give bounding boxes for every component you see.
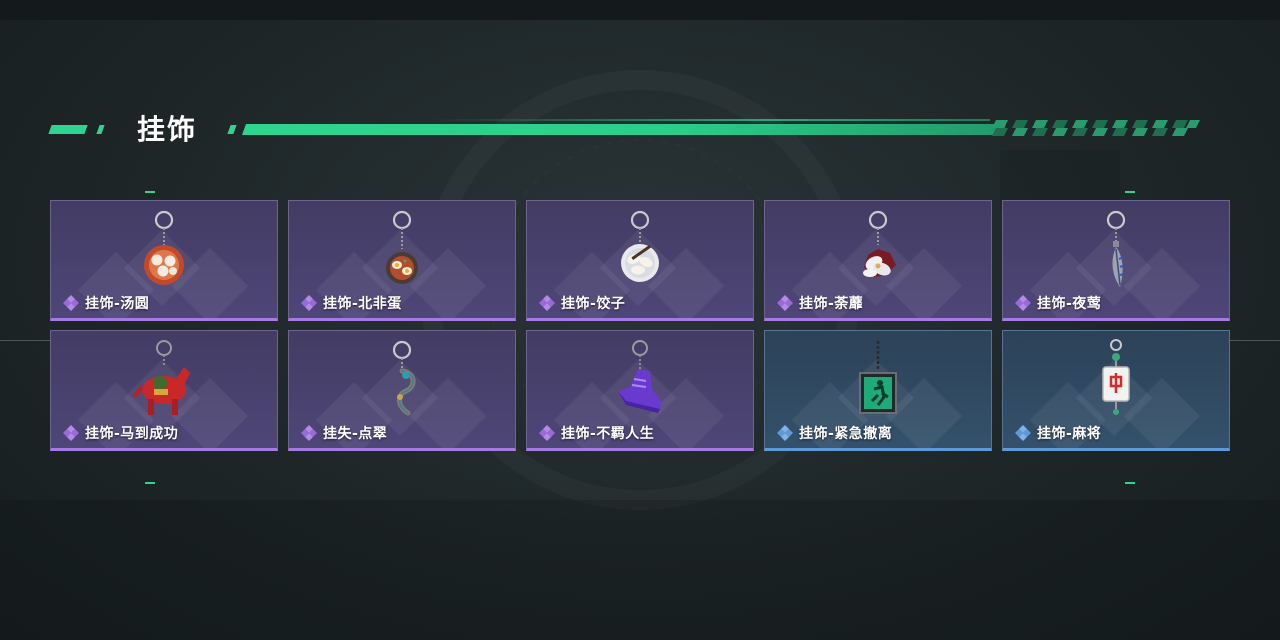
kingfisher-charm-icon: [392, 340, 416, 416]
epic-rarity-icon: [301, 425, 317, 441]
item-card[interactable]: 挂饰-麻将: [1002, 330, 1230, 451]
tangyuan-bowl-charm-icon: [144, 210, 184, 285]
item-name: 挂饰-北非蛋: [323, 296, 402, 312]
item-card[interactable]: 挂饰-荼蘼: [764, 200, 992, 321]
section-title: 挂饰: [137, 113, 198, 146]
item-label: 挂饰-马到成功: [61, 423, 178, 443]
item-card[interactable]: 挂饰-紧急撤离: [764, 330, 992, 451]
feather-charm-icon: [1106, 210, 1126, 287]
red-horse-charm-icon: [132, 340, 190, 415]
item-name: 挂饰-夜莺: [1037, 296, 1102, 312]
frame-marker: [145, 191, 155, 193]
item-name: 挂饰-汤圆: [85, 296, 150, 312]
item-name: 挂饰-不羁人生: [561, 426, 655, 442]
shakshuka-pan-charm-icon: [386, 210, 418, 284]
item-label: 挂饰-荼蘼: [775, 293, 863, 313]
item-card[interactable]: 挂饰-汤圆: [50, 200, 278, 321]
dumpling-plate-charm-icon: [621, 210, 659, 282]
epic-rarity-icon: [539, 425, 555, 441]
item-label: 挂饰-北非蛋: [299, 293, 402, 313]
side-line: [1230, 340, 1280, 341]
item-label: 挂饰-紧急撤离: [775, 423, 892, 443]
epic-rarity-icon: [539, 295, 555, 311]
item-card[interactable]: 挂失-点翠: [288, 330, 516, 451]
frame-marker: [1125, 191, 1135, 193]
side-line: [0, 340, 50, 341]
header-thin-line: [430, 119, 990, 121]
epic-rarity-icon: [1015, 295, 1031, 311]
epic-rarity-icon: [63, 295, 79, 311]
frame-marker: [145, 482, 155, 484]
item-label: 挂饰-汤圆: [61, 293, 149, 313]
item-card[interactable]: 挂饰-不羁人生: [526, 330, 754, 451]
item-name: 挂饰-荼蘼: [799, 296, 864, 312]
item-label: 挂饰-夜莺: [1013, 293, 1101, 313]
item-name: 挂饰-马到成功: [85, 426, 179, 442]
header-checker-pattern: [992, 120, 1200, 136]
item-name: 挂失-点翠: [323, 426, 388, 442]
exit-sign-charm-icon: [859, 341, 897, 414]
item-label: 挂失-点翠: [299, 423, 387, 443]
epic-rarity-icon: [63, 425, 79, 441]
item-card[interactable]: 挂饰-北非蛋: [288, 200, 516, 321]
rare-rarity-icon: [777, 425, 793, 441]
flower-charm-icon: [863, 210, 896, 277]
frame-marker: [1125, 482, 1135, 484]
mahjong-tile-charm-icon: [1102, 339, 1130, 415]
purple-sneaker-charm-icon: [618, 340, 662, 413]
item-grid: 挂饰-汤圆 挂饰-北非蛋 挂饰-饺子 挂饰-荼蘼 挂饰-夜莺 挂饰-马到成功 挂…: [50, 200, 1230, 451]
item-name: 挂饰-紧急撤离: [799, 426, 893, 442]
header-accent-bar: [48, 125, 88, 134]
epic-rarity-icon: [777, 295, 793, 311]
rare-rarity-icon: [1015, 425, 1031, 441]
item-name: 挂饰-饺子: [561, 296, 626, 312]
item-name: 挂饰-麻将: [1037, 426, 1102, 442]
item-card[interactable]: 挂饰-马到成功: [50, 330, 278, 451]
item-label: 挂饰-麻将: [1013, 423, 1101, 443]
item-label: 挂饰-不羁人生: [537, 423, 654, 443]
item-card[interactable]: 挂饰-饺子: [526, 200, 754, 321]
header-line: [241, 124, 1007, 135]
item-label: 挂饰-饺子: [537, 293, 625, 313]
epic-rarity-icon: [301, 295, 317, 311]
item-card[interactable]: 挂饰-夜莺: [1002, 200, 1230, 321]
